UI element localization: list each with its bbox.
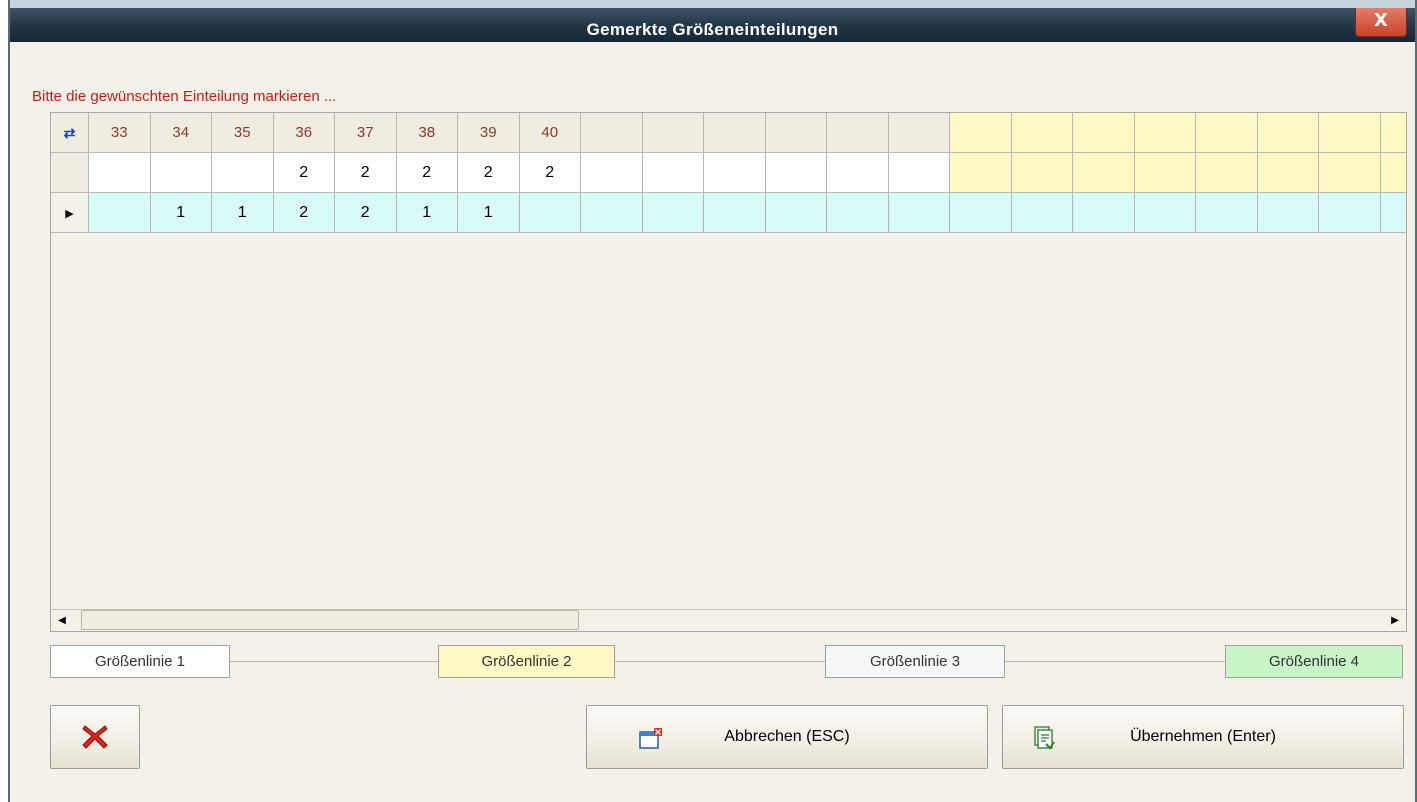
column-header[interactable] [1011, 113, 1073, 153]
column-header[interactable]: 36 [273, 113, 335, 153]
column-header[interactable] [1196, 113, 1258, 153]
column-header[interactable]: 38 [396, 113, 458, 153]
grid-cell[interactable]: 2 [335, 193, 397, 233]
grid-cell[interactable] [212, 153, 274, 193]
legend-sizeline-1: Größenlinie 1 [50, 645, 230, 678]
column-header[interactable] [888, 113, 950, 153]
grid-cell[interactable]: 2 [458, 153, 520, 193]
grid-cell[interactable] [1380, 153, 1406, 193]
grid-cell[interactable] [765, 193, 827, 233]
grid-cell[interactable] [1380, 193, 1406, 233]
table-row[interactable]: 22222 [51, 153, 1406, 193]
scroll-thumb[interactable] [81, 610, 579, 630]
grid-cell[interactable] [950, 153, 1012, 193]
grid-cell[interactable] [642, 153, 704, 193]
grid-cell[interactable] [827, 153, 889, 193]
column-header[interactable] [1134, 113, 1196, 153]
grid-cell[interactable]: 1 [150, 193, 212, 233]
grid-cell[interactable]: 1 [458, 193, 520, 233]
size-grid[interactable]: ⇄ 33 34 35 36 37 38 39 40 2 2 2 2 2 ▶ 1 1 2 2 1 1 ◀ ▶ [50, 112, 1407, 632]
legend-connector [230, 661, 438, 662]
horizontal-scrollbar[interactable]: ◀ ▶ [51, 609, 1406, 631]
grid-cell[interactable] [1319, 193, 1381, 233]
scroll-right-icon[interactable]: ▶ [1384, 610, 1406, 631]
instruction-text: Bitte die gewünschten Einteilung markier… [32, 88, 337, 105]
current-row-icon: ▶ [65, 208, 74, 220]
grid-cell[interactable]: 2 [273, 193, 335, 233]
column-header[interactable]: 37 [335, 113, 397, 153]
grid-cell[interactable]: 2 [335, 153, 397, 193]
column-header[interactable] [581, 113, 643, 153]
grid-cell[interactable] [89, 153, 151, 193]
column-header[interactable] [1319, 113, 1381, 153]
grid-cell[interactable] [150, 153, 212, 193]
delete-button[interactable] [50, 705, 140, 769]
legend-connector [1005, 661, 1225, 662]
grid-cell[interactable] [1257, 153, 1319, 193]
grid-cell[interactable]: 2 [273, 153, 335, 193]
grid-cell[interactable] [704, 193, 766, 233]
grid-cell[interactable]: 2 [396, 153, 458, 193]
column-resize-icon[interactable]: ⇄ [64, 125, 76, 141]
cancel-button[interactable]: Abbrechen (ESC) [586, 705, 988, 769]
column-header[interactable]: 35 [212, 113, 274, 153]
grid-cell[interactable] [89, 193, 151, 233]
table-row[interactable]: ▶ 1 1 2 2 1 1 [51, 193, 1406, 233]
grid-cell[interactable] [581, 193, 643, 233]
apply-button[interactable]: Übernehmen (Enter) [1002, 705, 1404, 769]
window-title: Gemerkte Größeneinteilungen [586, 20, 839, 39]
header-row[interactable]: ⇄ 33 34 35 36 37 38 39 40 [51, 113, 1406, 153]
grid-cell[interactable] [888, 153, 950, 193]
grid-cell[interactable]: 2 [519, 153, 581, 193]
column-header[interactable] [704, 113, 766, 153]
grid-cell[interactable] [1073, 193, 1135, 233]
grid-cell[interactable]: 1 [396, 193, 458, 233]
column-header[interactable]: 33 [89, 113, 151, 153]
grid-cell[interactable] [1134, 193, 1196, 233]
grid-cell[interactable] [1011, 193, 1073, 233]
grid-cell[interactable] [950, 193, 1012, 233]
grid-cell[interactable] [519, 193, 581, 233]
column-header[interactable] [950, 113, 1012, 153]
grid-cell[interactable] [1196, 193, 1258, 233]
grid-corner[interactable]: ⇄ [51, 113, 89, 153]
row-selector[interactable]: ▶ [51, 193, 89, 233]
grid-cell[interactable] [704, 153, 766, 193]
grid-cell[interactable] [1196, 153, 1258, 193]
grid-cell[interactable] [888, 193, 950, 233]
legend-sizeline-3: Größenlinie 3 [825, 645, 1005, 678]
column-header[interactable]: 34 [150, 113, 212, 153]
legend-sizeline-2: Größenlinie 2 [438, 645, 615, 678]
scroll-left-icon[interactable]: ◀ [51, 610, 73, 631]
legend-connector [615, 661, 825, 662]
grid-cell[interactable] [1011, 153, 1073, 193]
column-header[interactable]: 39 [458, 113, 520, 153]
grid-cell[interactable]: 1 [212, 193, 274, 233]
close-button[interactable]: X [1355, 8, 1407, 37]
row-selector[interactable] [51, 153, 89, 193]
column-header[interactable] [827, 113, 889, 153]
grid-cell[interactable] [642, 193, 704, 233]
grid-cell[interactable] [1319, 153, 1381, 193]
legend-sizeline-4: Größenlinie 4 [1225, 645, 1403, 678]
column-header[interactable] [1380, 113, 1406, 153]
grid-cell[interactable] [1134, 153, 1196, 193]
apply-label: Übernehmen (Enter) [1130, 728, 1276, 745]
grid-cell[interactable] [1073, 153, 1135, 193]
red-x-icon [81, 721, 109, 756]
cancel-label: Abbrechen (ESC) [724, 728, 850, 745]
grid-cell[interactable] [1257, 193, 1319, 233]
title-bar: Gemerkte Größeneinteilungen X [10, 0, 1415, 42]
column-header[interactable]: 40 [519, 113, 581, 153]
dialog-window: Gemerkte Größeneinteilungen X Bitte die … [8, 0, 1417, 802]
grid-cell[interactable] [581, 153, 643, 193]
column-header[interactable] [1073, 113, 1135, 153]
grid-cell[interactable] [827, 193, 889, 233]
column-header[interactable] [642, 113, 704, 153]
grid-cell[interactable] [765, 153, 827, 193]
column-header[interactable] [765, 113, 827, 153]
column-header[interactable] [1257, 113, 1319, 153]
